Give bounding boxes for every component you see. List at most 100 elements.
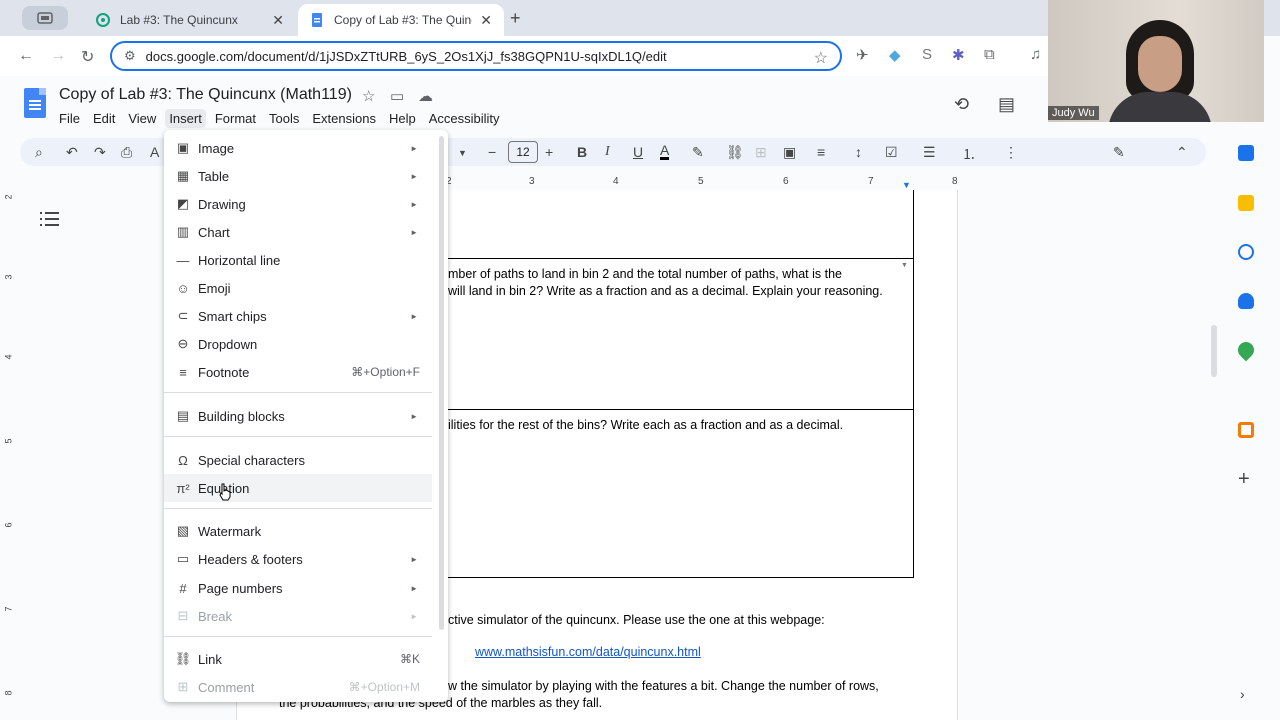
tab-search-button[interactable]: [22, 6, 68, 30]
menu-item-link[interactable]: ⛓ Link ⌘K: [164, 645, 432, 673]
get-addons-icon[interactable]: +: [1238, 468, 1250, 491]
extension-snowflake-icon[interactable]: ✱: [952, 46, 965, 64]
menu-item-equation[interactable]: π² Equation: [164, 474, 432, 502]
highlight-icon[interactable]: ✎: [692, 144, 704, 161]
comments-icon[interactable]: ▤: [998, 94, 1015, 115]
forward-icon[interactable]: →: [50, 47, 66, 65]
menu-view[interactable]: View: [128, 109, 156, 128]
simulator-link[interactable]: www.mathsisfun.com/data/quincunx.html: [475, 644, 701, 662]
browser-tab-lab3[interactable]: Lab #3: The Quincunx ✕: [84, 4, 296, 36]
close-tab-icon[interactable]: ✕: [272, 12, 284, 29]
move-folder-icon[interactable]: ▭: [390, 87, 404, 105]
print-icon[interactable]: ⎙: [121, 144, 132, 161]
document-title[interactable]: Copy of Lab #3: The Quincunx (Math119): [59, 86, 352, 104]
bulleted-list-icon[interactable]: ☰: [923, 144, 936, 161]
document-outline-icon[interactable]: [40, 211, 60, 227]
document-scrollbar[interactable]: [1211, 325, 1217, 377]
menu-tools[interactable]: Tools: [269, 109, 299, 128]
menu-insert[interactable]: Insert: [165, 109, 206, 128]
browser-tab-copy-lab3[interactable]: Copy of Lab #3: The Quincunx ✕: [298, 4, 504, 36]
italic-icon[interactable]: I: [605, 144, 610, 160]
menu-item-image[interactable]: ▣ Image ►: [164, 134, 432, 162]
tasks-icon[interactable]: [1238, 244, 1254, 260]
menu-item-horizontal-line[interactable]: — Horizontal line: [164, 246, 432, 274]
insert-menu: ▣ Image ► ▦ Table ► ◩ Drawing ► ▥ Chart …: [164, 130, 448, 702]
ruler-number: 6: [783, 176, 789, 187]
menu-item-break[interactable]: ⊟ Break ►: [164, 602, 432, 630]
menu-file[interactable]: File: [59, 109, 80, 128]
editing-mode-icon[interactable]: ✎: [1113, 144, 1125, 161]
underline-icon[interactable]: U: [633, 144, 643, 160]
office-addon-icon[interactable]: [1238, 422, 1254, 438]
extensions-puzzle-icon[interactable]: ⧉: [984, 46, 995, 63]
extension-diamond-icon[interactable]: ◆: [889, 46, 901, 64]
spellcheck-icon[interactable]: A: [150, 144, 159, 160]
extension-s-icon[interactable]: S: [922, 46, 932, 63]
menu-item-smart-chips[interactable]: ⊂ Smart chips ►: [164, 302, 432, 330]
menu-item-label: Dropdown: [198, 336, 258, 352]
line-spacing-icon[interactable]: ↕: [855, 144, 862, 160]
menu-item-table[interactable]: ▦ Table ►: [164, 162, 432, 190]
collapse-toolbar-icon[interactable]: ⌃: [1176, 144, 1188, 161]
menu-item-building-blocks[interactable]: ▤ Building blocks ►: [164, 402, 432, 430]
media-control-icon[interactable]: ♫: [1030, 46, 1041, 63]
menu-item-drawing[interactable]: ◩ Drawing ►: [164, 190, 432, 218]
ruler-number: 3: [529, 176, 535, 187]
menu-format[interactable]: Format: [215, 109, 256, 128]
webcam-name-label: Judy Wu: [1048, 106, 1099, 120]
bookmark-star-icon[interactable]: ☆: [814, 48, 828, 68]
hand-cursor-icon: [219, 483, 231, 501]
version-history-icon[interactable]: ⟲: [954, 94, 969, 115]
menu-item-dropdown[interactable]: ⊖ Dropdown: [164, 330, 432, 358]
menu-scrollbar[interactable]: [439, 136, 444, 630]
address-bar[interactable]: ⚙ docs.google.com/document/d/1jJSDxZTtUR…: [110, 41, 842, 71]
menu-item-chart[interactable]: ▥ Chart ►: [164, 218, 432, 246]
menu-item-page-numbers[interactable]: # Page numbers ►: [164, 574, 432, 602]
font-dropdown-arrow-icon[interactable]: ▼: [458, 148, 467, 158]
new-tab-icon[interactable]: +: [510, 8, 521, 29]
site-info-icon[interactable]: ⚙: [124, 48, 136, 64]
ruler-number: 7: [868, 176, 874, 187]
menu-item-comment[interactable]: ⊞ Comment ⌘+Option+M: [164, 673, 432, 701]
menu-item-watermark[interactable]: ▧ Watermark: [164, 517, 432, 545]
insert-link-icon[interactable]: ⛓: [726, 144, 744, 161]
right-indent-marker-icon[interactable]: ▼: [902, 180, 911, 190]
contacts-icon[interactable]: [1238, 293, 1254, 309]
star-icon[interactable]: ☆: [362, 87, 375, 105]
font-size-input[interactable]: 12: [508, 141, 538, 163]
align-icon[interactable]: ≡: [817, 144, 825, 160]
menu-item-emoji[interactable]: ☺ Emoji: [164, 274, 432, 302]
menu-item-footnote[interactable]: ≡ Footnote ⌘+Option+F: [164, 358, 432, 386]
menu-edit[interactable]: Edit: [93, 109, 115, 128]
menu-item-special-characters[interactable]: Ω Special characters: [164, 446, 432, 474]
close-tab-icon[interactable]: ✕: [480, 12, 492, 29]
show-side-panel-icon[interactable]: ›: [1240, 686, 1245, 702]
docs-logo-icon[interactable]: [24, 88, 46, 118]
menu-help[interactable]: Help: [389, 109, 416, 128]
add-comment-icon[interactable]: ⊞: [755, 144, 767, 161]
menu-accessibility[interactable]: Accessibility: [429, 109, 500, 128]
checklist-icon[interactable]: ☑: [885, 144, 898, 161]
increase-font-size-icon[interactable]: +: [545, 144, 553, 160]
undo-icon[interactable]: ↶: [66, 144, 78, 161]
decrease-font-size-icon[interactable]: −: [488, 144, 496, 160]
calendar-icon[interactable]: [1238, 145, 1254, 161]
redo-icon[interactable]: ↷: [94, 144, 106, 161]
insert-image-icon[interactable]: ▣: [783, 144, 796, 161]
table-cell[interactable]: [438, 190, 914, 259]
more-options-icon[interactable]: ⋮: [1004, 144, 1018, 161]
numbered-list-icon[interactable]: ⒈: [962, 144, 976, 164]
menu-item-headers-footers[interactable]: ▭ Headers & footers ►: [164, 545, 432, 573]
reload-icon[interactable]: ↻: [81, 47, 94, 67]
menu-item-label: Emoji: [198, 280, 231, 296]
cloud-status-icon[interactable]: ☁: [418, 87, 433, 105]
bold-icon[interactable]: B: [577, 144, 587, 160]
search-menus-icon[interactable]: ⌕: [35, 144, 43, 161]
extension-bird-icon[interactable]: ✈: [856, 46, 869, 64]
back-icon[interactable]: ←: [18, 47, 34, 65]
vruler-number: 4: [3, 354, 14, 360]
menu-extensions[interactable]: Extensions: [312, 109, 376, 128]
vruler-number: 7: [3, 606, 14, 612]
keep-icon[interactable]: [1238, 195, 1254, 211]
text-color-icon[interactable]: A: [660, 143, 670, 160]
